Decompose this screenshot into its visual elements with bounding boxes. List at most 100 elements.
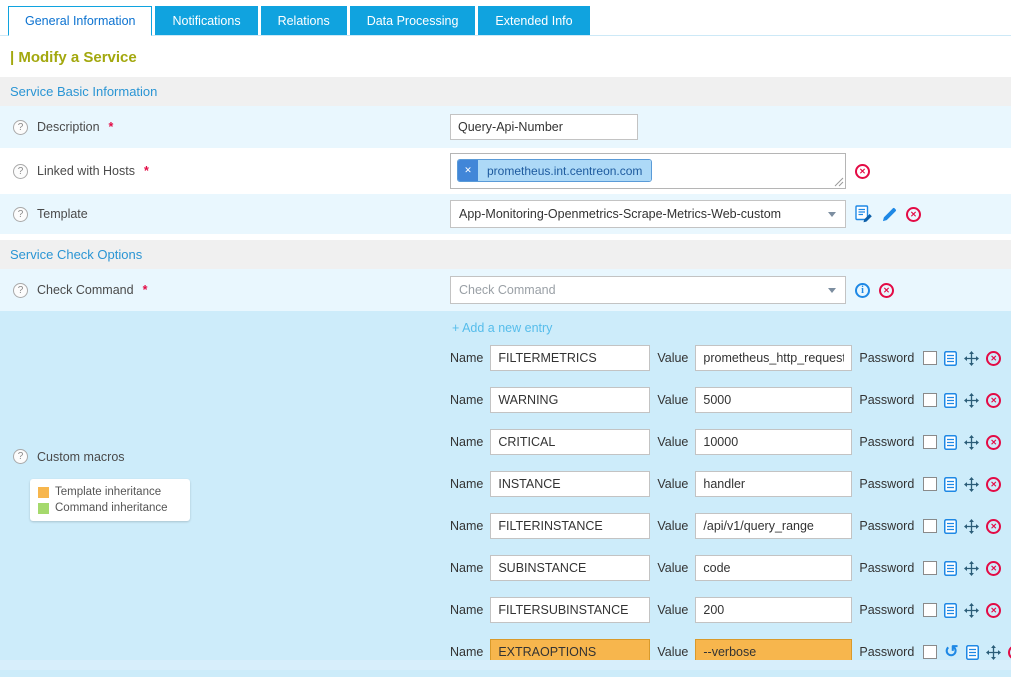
check-command-placeholder: Check Command <box>459 283 556 297</box>
help-icon[interactable]: ? <box>13 449 28 464</box>
macro-description-icon[interactable] <box>944 393 957 408</box>
help-icon[interactable]: ? <box>13 207 28 222</box>
tab-extended-info[interactable]: Extended Info <box>478 6 589 35</box>
macro-value-input[interactable] <box>695 387 852 413</box>
macro-row: Name Value Password ✕ <box>450 421 1011 463</box>
macro-name-input[interactable] <box>490 387 650 413</box>
macro-password-checkbox[interactable] <box>923 477 937 491</box>
command-inheritance-swatch <box>38 503 49 514</box>
tab-general-information[interactable]: General Information <box>8 6 152 36</box>
required-asterisk: * <box>109 120 114 134</box>
row-check-command: ? Check Command * Check Command i ✕ <box>0 269 1011 311</box>
description-input[interactable] <box>450 114 638 140</box>
macro-password-checkbox[interactable] <box>923 351 937 365</box>
info-icon[interactable]: i <box>855 283 870 298</box>
chip-remove-icon[interactable]: ✕ <box>458 160 478 181</box>
tab-data-processing[interactable]: Data Processing <box>350 6 476 35</box>
macro-delete-icon[interactable]: ✕ <box>1008 645 1011 660</box>
macro-password-checkbox[interactable] <box>923 645 937 659</box>
macro-row: Name Value Password ✕ <box>450 379 1011 421</box>
macro-move-icon[interactable] <box>964 477 979 492</box>
macro-password-checkbox[interactable] <box>923 393 937 407</box>
row-linked-hosts: ? Linked with Hosts * ✕ prometheus.int.c… <box>0 148 1011 194</box>
tab-relations[interactable]: Relations <box>261 6 347 35</box>
chip-label: prometheus.int.centreon.com <box>478 160 651 181</box>
macro-value-label: Value <box>657 477 688 491</box>
macro-move-icon[interactable] <box>964 351 979 366</box>
macro-password-checkbox[interactable] <box>923 603 937 617</box>
macro-delete-icon[interactable]: ✕ <box>986 435 1001 450</box>
macro-description-icon[interactable] <box>944 351 957 366</box>
macro-description-icon[interactable] <box>944 477 957 492</box>
macro-password-label: Password <box>859 519 914 533</box>
host-chip: ✕ prometheus.int.centreon.com <box>457 159 652 182</box>
macro-value-input[interactable] <box>695 471 852 497</box>
template-selected-value: App-Monitoring-Openmetrics-Scrape-Metric… <box>459 207 781 221</box>
check-command-select[interactable]: Check Command <box>450 276 846 304</box>
help-icon[interactable]: ? <box>13 283 28 298</box>
macro-move-icon[interactable] <box>964 603 979 618</box>
macro-move-icon[interactable] <box>964 519 979 534</box>
custom-macros-field-label: ? Custom macros <box>13 449 450 464</box>
clear-template-icon[interactable]: ✕ <box>906 207 921 222</box>
macro-description-icon[interactable] <box>944 561 957 576</box>
macro-delete-icon[interactable]: ✕ <box>986 519 1001 534</box>
macro-delete-icon[interactable]: ✕ <box>986 351 1001 366</box>
template-label: Template <box>37 207 88 221</box>
macro-value-input[interactable] <box>695 555 852 581</box>
edit-template-icon[interactable] <box>882 207 897 222</box>
macro-move-icon[interactable] <box>964 435 979 450</box>
macro-password-checkbox[interactable] <box>923 435 937 449</box>
macro-description-icon[interactable] <box>944 603 957 618</box>
macro-value-input[interactable] <box>695 597 852 623</box>
macro-description-icon[interactable] <box>966 645 979 660</box>
macro-delete-icon[interactable]: ✕ <box>986 393 1001 408</box>
check-command-label: Check Command <box>37 283 134 297</box>
macro-value-input[interactable] <box>695 513 852 539</box>
macro-name-input[interactable] <box>490 471 650 497</box>
tab-notifications[interactable]: Notifications <box>155 6 257 35</box>
macro-description-icon[interactable] <box>944 435 957 450</box>
macro-password-checkbox[interactable] <box>923 519 937 533</box>
macro-move-icon[interactable] <box>964 561 979 576</box>
macro-description-icon[interactable] <box>944 519 957 534</box>
macro-move-icon[interactable] <box>964 393 979 408</box>
clear-hosts-icon[interactable]: ✕ <box>855 164 870 179</box>
linked-hosts-input[interactable]: ✕ prometheus.int.centreon.com <box>450 153 846 189</box>
macro-name-input[interactable] <box>490 345 650 371</box>
resize-handle-icon[interactable] <box>834 177 844 187</box>
inheritance-legend: Template inheritance Command inheritance <box>30 479 190 521</box>
macro-password-label: Password <box>859 645 914 659</box>
macro-row: Name Value Password ✕ <box>450 463 1011 505</box>
macro-move-icon[interactable] <box>986 645 1001 660</box>
macro-value-label: Value <box>657 435 688 449</box>
macro-name-input[interactable] <box>490 513 650 539</box>
macro-name-input[interactable] <box>490 429 650 455</box>
view-template-icon[interactable] <box>855 205 873 223</box>
macro-value-input[interactable] <box>695 345 852 371</box>
macro-name-label: Name <box>450 603 483 617</box>
section-basic-information: Service Basic Information <box>0 77 1011 106</box>
macro-password-checkbox[interactable] <box>923 561 937 575</box>
macro-delete-icon[interactable]: ✕ <box>986 477 1001 492</box>
add-new-entry-link[interactable]: + Add a new entry <box>452 321 552 335</box>
macro-value-input[interactable] <box>695 429 852 455</box>
template-select[interactable]: App-Monitoring-Openmetrics-Scrape-Metric… <box>450 200 846 228</box>
template-field-label: ? Template <box>0 207 450 222</box>
linked-hosts-label: Linked with Hosts <box>37 164 135 178</box>
clear-check-command-icon[interactable]: ✕ <box>879 283 894 298</box>
help-icon[interactable]: ? <box>13 120 28 135</box>
macro-name-label: Name <box>450 393 483 407</box>
macro-delete-icon[interactable]: ✕ <box>986 603 1001 618</box>
macro-value-label: Value <box>657 351 688 365</box>
macro-password-label: Password <box>859 561 914 575</box>
macro-name-input[interactable] <box>490 555 650 581</box>
macro-password-label: Password <box>859 351 914 365</box>
legend-template-inheritance: Template inheritance <box>38 486 182 498</box>
macro-delete-icon[interactable]: ✕ <box>986 561 1001 576</box>
help-icon[interactable]: ? <box>13 164 28 179</box>
macro-undo-icon[interactable]: ↺ <box>944 645 958 659</box>
macro-name-label: Name <box>450 519 483 533</box>
macro-name-input[interactable] <box>490 597 650 623</box>
macro-value-label: Value <box>657 645 688 659</box>
